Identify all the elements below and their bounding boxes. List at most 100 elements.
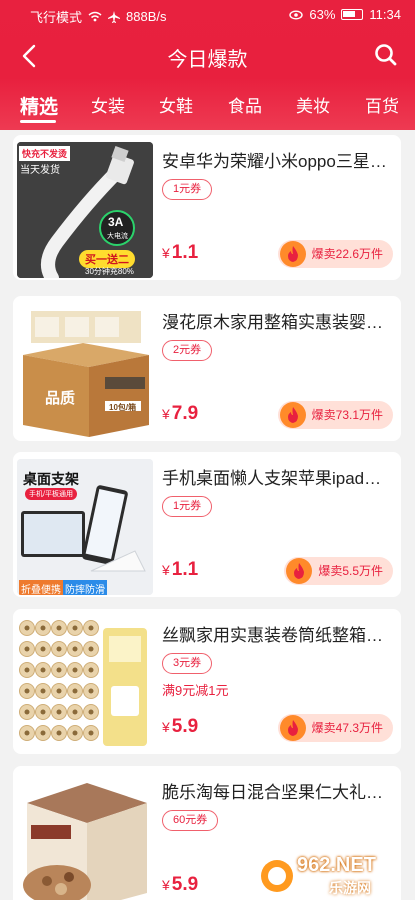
sales-badge: 爆卖47.3万件 — [277, 714, 393, 742]
paper-roll-core — [56, 730, 62, 736]
clock: 11:34 — [369, 7, 401, 22]
stand-subline: 手机/平板通用 — [25, 488, 77, 500]
antislip-tag: 防摔防滑 — [63, 580, 107, 595]
paper-roll-core — [72, 709, 78, 715]
current-label: 3A — [108, 215, 124, 229]
paper-roll-core — [40, 688, 46, 694]
product-title[interactable]: 漫花原木家用整箱实惠装婴… — [162, 308, 394, 333]
currency-symbol: ¥ — [162, 877, 170, 893]
toilet-paper-illustration — [17, 616, 153, 752]
battery-icon — [341, 9, 364, 20]
coupon-tag: 1元券 — [162, 179, 213, 200]
sales-count: 爆卖73.1万件 — [311, 408, 383, 422]
sales-count: 爆卖22.6万件 — [311, 247, 383, 261]
paper-roll-core — [56, 646, 62, 652]
product-image-tissue-box: 品质 10包/箱 — [17, 303, 153, 439]
product-title[interactable]: 丝飘家用实惠装卷筒纸整箱… — [162, 621, 394, 646]
charge-time-note: 30分钟充80% — [85, 267, 134, 276]
tab-womens-clothing[interactable]: 女装 — [91, 92, 125, 117]
coupon-tag: 3元券 — [162, 653, 213, 674]
fire-icon — [279, 402, 306, 428]
price-value: 5.9 — [171, 716, 199, 737]
paper-roll-core — [56, 709, 62, 715]
wifi-icon — [88, 11, 102, 22]
product-image-phone-stand: 桌面支架 手机/平板通用 折叠便携 防摔防滑 — [17, 459, 153, 595]
fast-charge-tag: 快充不发烫 — [19, 146, 71, 161]
currency-symbol: ¥ — [162, 562, 170, 578]
tab-food[interactable]: 食品 — [228, 92, 262, 117]
watermark-subtext: 乐游网 — [329, 880, 371, 896]
paper-roll-core — [56, 688, 62, 694]
price: ¥5.9 — [162, 874, 198, 896]
paper-roll-core — [40, 667, 46, 673]
sales-count: 爆卖5.5万件 — [318, 564, 383, 578]
product-image-charger-cable: 快充不发烫 当天发货 3A 大电流 买一送二 30分钟充80% — [17, 142, 153, 278]
paper-roll-core — [88, 688, 94, 694]
eye-icon — [289, 10, 304, 19]
airplane-mode-label: 飞行模式 — [30, 10, 83, 25]
product-card[interactable]: 丝飘家用实惠装卷筒纸整箱… 3元券 满9元减1元 ¥5.9 爆卖47.3万件 — [13, 609, 401, 754]
nav-bar: 今日爆款 — [0, 34, 415, 78]
paper-roll-core — [72, 625, 78, 631]
tab-womens-shoes[interactable]: 女鞋 — [159, 92, 193, 117]
box-print-quality: 品质 — [45, 390, 76, 407]
tab-beauty[interactable]: 美妆 — [296, 92, 330, 117]
network-speed: 888B/s — [126, 9, 167, 24]
price: ¥7.9 — [162, 403, 198, 425]
paper-roll-core — [88, 709, 94, 715]
paper-roll-core — [24, 688, 30, 694]
paper-roll-core — [88, 625, 94, 631]
battery-percent: 63% — [309, 7, 336, 22]
airplane-icon — [108, 10, 121, 23]
price-value: 1.1 — [171, 559, 199, 580]
stand-headline: 桌面支架 — [23, 471, 79, 487]
product-title[interactable]: 手机桌面懒人支架苹果ipad… — [162, 464, 394, 489]
paper-roll-core — [72, 688, 78, 694]
paper-roll-core — [24, 709, 30, 715]
paper-roll-core — [56, 667, 62, 673]
paper-roll-core — [88, 730, 94, 736]
product-card[interactable]: 快充不发烫 当天发货 3A 大电流 买一送二 30分钟充80% 安卓华为荣耀小米… — [13, 135, 401, 280]
product-image-nut-gift-box — [17, 773, 153, 900]
currency-symbol: ¥ — [162, 719, 170, 735]
fire-icon — [279, 715, 306, 741]
tab-general-goods[interactable]: 百货 — [365, 92, 399, 117]
price-value: 5.9 — [171, 874, 199, 895]
product-title[interactable]: 脆乐淘每日混合坚果仁大礼… — [162, 778, 394, 803]
price-value: 7.9 — [171, 403, 199, 424]
product-image-toilet-paper — [17, 616, 153, 752]
nut-box-illustration — [17, 773, 153, 900]
tab-featured[interactable]: 精选 — [20, 92, 58, 119]
sales-badge: 爆卖5.5万件 — [284, 557, 393, 585]
sales-badge: 爆卖73.1万件 — [277, 401, 393, 429]
paper-roll-core — [40, 730, 46, 736]
paper-roll-core — [24, 667, 30, 673]
page-title: 今日爆款 — [167, 49, 248, 71]
watermark-text: 962.NET — [297, 854, 376, 876]
category-tabs: 精选 女装 女鞋 食品 美妆 百货 — [0, 88, 415, 124]
price-value: 1.1 — [171, 242, 199, 263]
product-title[interactable]: 安卓华为荣耀小米oppo三星… — [162, 147, 394, 172]
price: ¥1.1 — [162, 559, 198, 581]
paper-roll-core — [72, 730, 78, 736]
product-card[interactable]: 桌面支架 手机/平板通用 折叠便携 防摔防滑 手机桌面懒人支架苹果ipad… 1… — [13, 452, 401, 597]
box-print-count: 10包/箱 — [109, 403, 137, 412]
paper-roll-core — [72, 646, 78, 652]
paper-roll-core — [40, 625, 46, 631]
paper-roll-core — [40, 646, 46, 652]
paper-roll-core — [56, 625, 62, 631]
price: ¥1.1 — [162, 242, 198, 264]
fire-icon — [286, 558, 313, 584]
fire-icon — [279, 241, 306, 267]
price: ¥5.9 — [162, 716, 198, 738]
same-day-tag: 当天发货 — [20, 165, 60, 176]
sales-badge: 爆卖22.6万件 — [277, 240, 393, 268]
paper-roll-core — [72, 667, 78, 673]
search-icon[interactable] — [373, 42, 399, 68]
coupon-tag: 60元券 — [162, 810, 219, 831]
site-watermark: 962.NET 乐游网 — [259, 854, 409, 898]
currency-symbol: ¥ — [162, 245, 170, 261]
paper-roll-core — [40, 709, 46, 715]
product-card[interactable]: 品质 10包/箱 漫花原木家用整箱实惠装婴… 2元券 ¥7.9 爆卖73.1万件 — [13, 296, 401, 441]
sales-count: 爆卖47.3万件 — [311, 721, 383, 735]
